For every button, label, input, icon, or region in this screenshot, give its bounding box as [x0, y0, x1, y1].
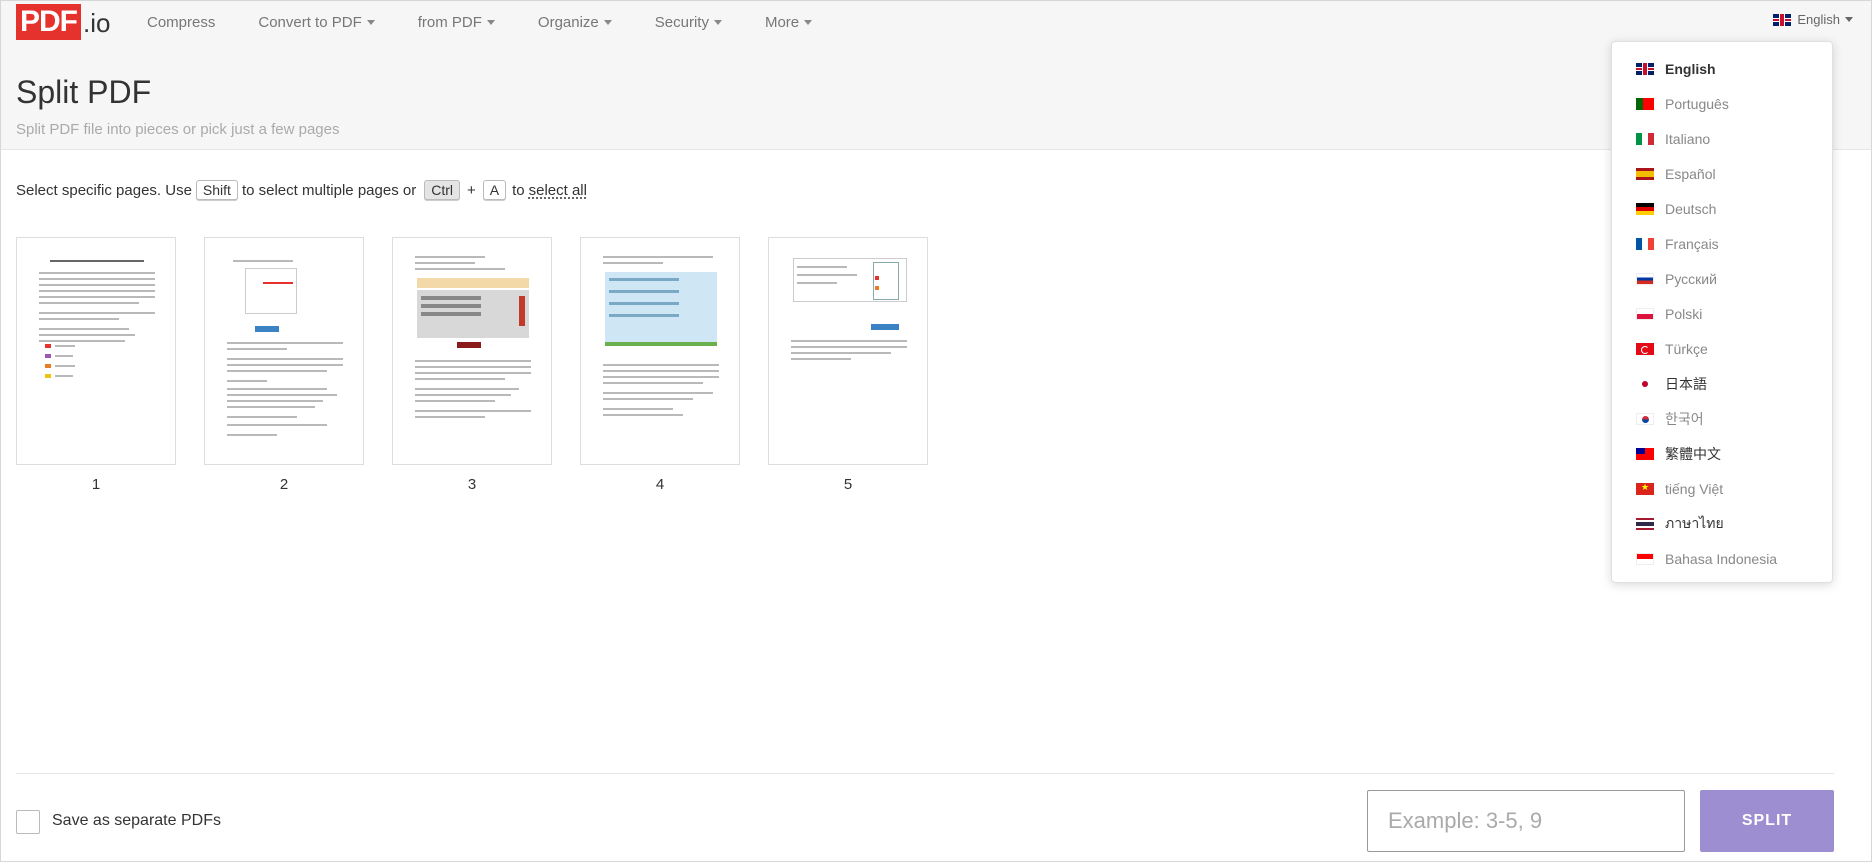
language-option[interactable]: English — [1636, 54, 1716, 84]
language-option[interactable]: Français — [1636, 229, 1719, 259]
nav-from-pdf[interactable]: from PDF — [418, 14, 495, 31]
language-option[interactable]: Русский — [1636, 264, 1717, 294]
language-label: English — [1797, 12, 1840, 27]
instr-prefix: Select specific pages. Use — [16, 181, 192, 199]
language-option-label: Italiano — [1665, 131, 1711, 147]
language-option[interactable]: Deutsch — [1636, 194, 1716, 224]
nav-label: Organize — [537, 13, 599, 31]
korea-flag-icon — [1636, 413, 1654, 425]
language-option[interactable]: Italiano — [1636, 124, 1710, 154]
selection-instructions: Select specific pages. Use Shift to sele… — [16, 180, 587, 200]
language-option-label: Français — [1665, 236, 1719, 252]
language-selector[interactable]: English — [1773, 12, 1853, 27]
page-thumbnail[interactable] — [580, 237, 740, 465]
italy-flag-icon — [1636, 133, 1654, 145]
page-number: 3 — [467, 476, 477, 493]
nav-label: More — [764, 13, 800, 31]
france-flag-icon — [1636, 238, 1654, 250]
nav-label: Security — [654, 13, 709, 31]
language-option-label: Türkçe — [1665, 341, 1708, 357]
instr-middle: to select multiple pages or — [241, 181, 417, 199]
page-subtitle: Split PDF file into pieces or pick just … — [16, 121, 340, 138]
language-option-label: Polski — [1665, 306, 1703, 322]
uk-flag-icon — [1773, 13, 1792, 26]
nav-label: from PDF — [417, 13, 482, 31]
language-option-label: Português — [1665, 96, 1729, 112]
caret-down-icon — [486, 19, 495, 25]
nav-label: Compress — [147, 13, 216, 31]
language-option-label: Русский — [1665, 271, 1717, 287]
language-option[interactable]: 한국어 — [1636, 404, 1704, 434]
nav-organize[interactable]: Organize — [538, 14, 612, 31]
logo-suffix: .io — [83, 8, 111, 38]
logo-brand: PDF — [16, 4, 81, 40]
nav-more[interactable]: More — [764, 13, 813, 31]
nav-security[interactable]: Security — [655, 14, 722, 31]
footer-divider — [16, 773, 1834, 774]
page-thumbnail[interactable] — [204, 237, 364, 465]
portugal-flag-icon — [1636, 98, 1654, 110]
poland-flag-icon — [1636, 308, 1654, 320]
language-option[interactable]: ภาษาไทย — [1636, 509, 1724, 539]
main-nav: Compress Convert to PDF from PDF Organiz… — [147, 0, 855, 44]
page-number: 1 — [91, 476, 101, 493]
language-option[interactable]: Español — [1636, 159, 1716, 189]
language-option[interactable]: Bahasa Indonesia — [1636, 544, 1777, 574]
a-key: A — [482, 180, 507, 200]
nav-compress[interactable]: Compress — [147, 14, 215, 31]
language-option-label: 日本語 — [1665, 376, 1707, 392]
language-option[interactable]: Türkçe — [1636, 334, 1708, 364]
save-separate-checkbox[interactable] — [16, 810, 40, 834]
language-option[interactable]: Português — [1636, 89, 1729, 119]
language-option-label: Deutsch — [1665, 201, 1717, 217]
nav-label: Convert to PDF — [258, 13, 362, 31]
japan-flag-icon — [1636, 378, 1654, 390]
select-all-link[interactable]: select all — [529, 182, 587, 199]
ctrl-key: Ctrl — [424, 180, 460, 200]
language-option[interactable]: Polski — [1636, 299, 1702, 329]
plus-sign: + — [466, 181, 476, 199]
language-option[interactable]: 日本語 — [1636, 369, 1707, 399]
save-separate-label: Save as separate PDFs — [52, 812, 221, 829]
caret-down-icon — [603, 19, 612, 25]
language-option-label: Bahasa Indonesia — [1665, 551, 1778, 567]
logo[interactable]: PDF .io — [16, 4, 110, 40]
language-dropdown: English Português Italiano Español Deuts… — [1611, 41, 1833, 583]
turkey-flag-icon — [1636, 343, 1654, 355]
split-button[interactable]: SPLIT — [1700, 790, 1834, 852]
instr-to: to — [512, 181, 525, 199]
spain-flag-icon — [1636, 168, 1654, 180]
nav-convert-to-pdf[interactable]: Convert to PDF — [258, 13, 375, 31]
caret-down-icon — [1845, 17, 1853, 22]
language-option-label: tiếng Việt — [1665, 481, 1724, 497]
language-option-label: 한국어 — [1665, 411, 1704, 427]
caret-down-icon — [804, 19, 813, 25]
language-option-label: ภาษาไทย — [1665, 515, 1724, 531]
russia-flag-icon — [1636, 273, 1654, 285]
language-option[interactable]: tiếng Việt — [1636, 474, 1723, 504]
caret-down-icon — [713, 19, 722, 25]
taiwan-flag-icon — [1636, 448, 1654, 460]
page-thumbnail[interactable] — [16, 237, 176, 465]
page-number: 2 — [279, 476, 289, 493]
shift-key: Shift — [195, 180, 238, 200]
page-number: 5 — [843, 476, 853, 493]
page-title: Split PDF — [16, 74, 152, 110]
caret-down-icon — [366, 19, 375, 25]
language-option-label: English — [1665, 61, 1716, 77]
page-number: 4 — [655, 476, 665, 493]
uk-flag-icon — [1636, 63, 1654, 75]
indonesia-flag-icon — [1636, 553, 1654, 565]
page-thumbnail[interactable] — [392, 237, 552, 465]
germany-flag-icon — [1636, 203, 1654, 215]
vietnam-flag-icon — [1636, 483, 1654, 495]
language-option[interactable]: 繁體中文 — [1636, 439, 1721, 469]
language-option-label: Español — [1665, 166, 1716, 182]
page-range-input[interactable] — [1367, 790, 1685, 852]
thailand-flag-icon — [1636, 518, 1654, 530]
language-option-label: 繁體中文 — [1665, 446, 1721, 462]
page-thumbnail[interactable] — [768, 237, 928, 465]
